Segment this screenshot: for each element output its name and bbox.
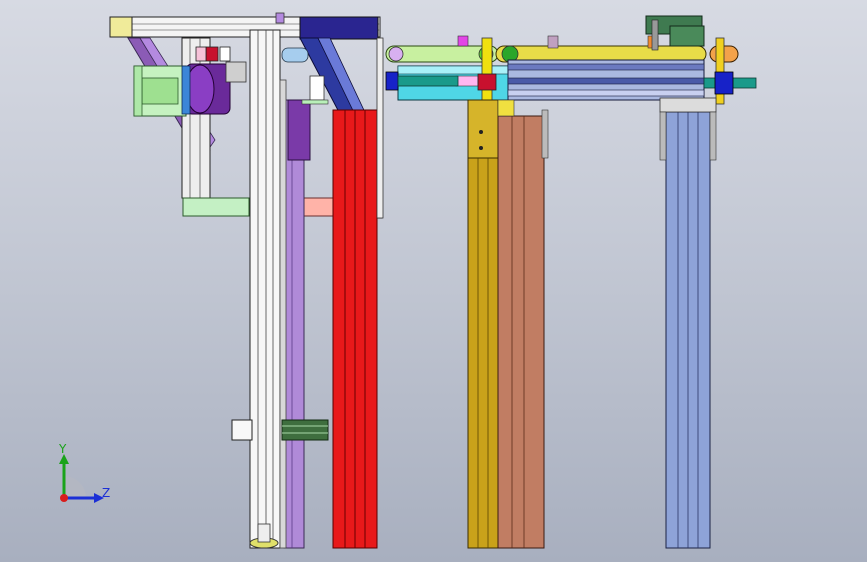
white-block: [231, 419, 253, 441]
z-axis-label: Z: [102, 486, 111, 500]
gold-column: [467, 99, 499, 549]
right-column-assembly[interactable]: [467, 97, 717, 549]
sensor-block-red: [205, 46, 219, 62]
top-beam-navy-block: [299, 16, 379, 40]
left-vertical-post: [181, 37, 211, 199]
main-vertical-post: [249, 29, 281, 549]
left-tower-assembly[interactable]: [109, 12, 384, 549]
green-carriage: [281, 419, 329, 441]
y-axis-label: Y: [59, 442, 67, 456]
triad-quarter-arc: [64, 476, 86, 498]
purple-linear-rail: [283, 99, 305, 549]
top-link-conveyor[interactable]: [385, 15, 757, 107]
top-beam-endcap: [109, 16, 133, 38]
copper-column: [497, 115, 545, 549]
cad-3d-viewport[interactable]: [0, 0, 867, 562]
mint-bracket: [182, 197, 250, 217]
x-axis-dot: [60, 494, 68, 502]
